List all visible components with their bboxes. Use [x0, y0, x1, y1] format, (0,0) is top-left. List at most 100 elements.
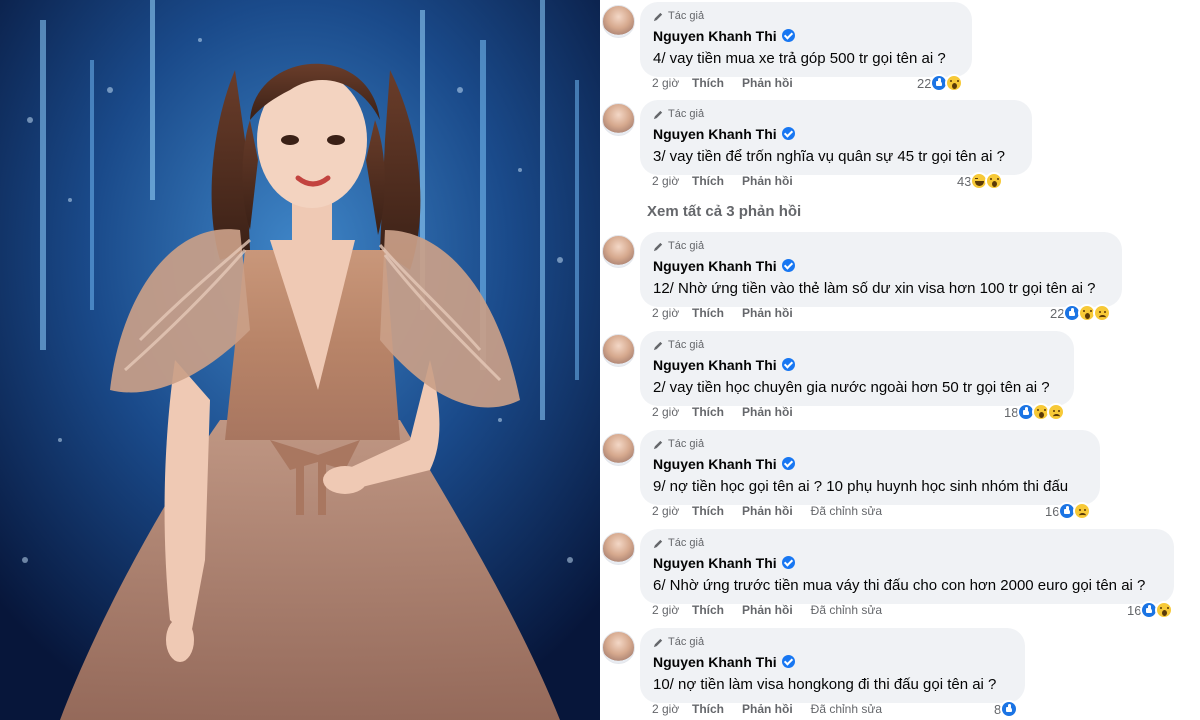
- edited-label[interactable]: Đã chỉnh sửa: [811, 702, 882, 716]
- sad-reaction-icon: [1047, 403, 1066, 421]
- like-button[interactable]: Thích: [692, 405, 724, 419]
- author-badge-label: Tác giả: [668, 339, 705, 351]
- author-badge-label: Tác giả: [668, 108, 705, 120]
- like-button[interactable]: Thích: [692, 603, 724, 617]
- commenter-name[interactable]: Nguyen Khanh Thi: [653, 555, 777, 571]
- comment-actions: 2 giờ Thích Phản hồi Đã chỉnh sửa: [652, 602, 882, 618]
- reply-button[interactable]: Phản hồi: [742, 405, 793, 419]
- reaction-count: 16: [1127, 602, 1142, 618]
- reaction-summary[interactable]: 18: [1004, 402, 1066, 422]
- avatar[interactable]: [602, 631, 635, 664]
- avatar[interactable]: [602, 532, 635, 565]
- comment-bubble: Tác giả Nguyen Khanh Thi 6/ Nhờ ứng trước …: [640, 529, 1174, 604]
- reaction-count: 18: [1004, 404, 1019, 420]
- commenter-name[interactable]: Nguyen Khanh Thi: [653, 357, 777, 373]
- photo-panel: [0, 0, 600, 720]
- verified-badge-icon: [781, 259, 795, 272]
- comment-timestamp[interactable]: 2 giờ: [652, 504, 692, 518]
- comment-bubble: Tác giả Nguyen Khanh Thi 3/ vay tiền để tr…: [640, 100, 1032, 175]
- comment-bubble: Tác giả Nguyen Khanh Thi 12/ Nhờ ứng tiền …: [640, 232, 1122, 307]
- commenter-name[interactable]: Nguyen Khanh Thi: [653, 28, 777, 44]
- commenter-name[interactable]: Nguyen Khanh Thi: [653, 654, 777, 670]
- stage-photo: [0, 0, 600, 720]
- like-button[interactable]: Thích: [692, 76, 724, 90]
- comment-text: 12/ Nhờ ứng tiền vào thẻ làm số dư xin v…: [653, 280, 1096, 297]
- avatar[interactable]: [602, 433, 635, 466]
- comment-timestamp[interactable]: 2 giờ: [652, 702, 692, 716]
- verified-badge-icon: [781, 457, 795, 470]
- like-button[interactable]: Thích: [692, 174, 724, 188]
- author-badge-label: Tác giả: [668, 636, 705, 648]
- like-button[interactable]: Thích: [692, 504, 724, 518]
- comment-timestamp[interactable]: 2 giờ: [652, 174, 692, 188]
- author-badge: Tác giả: [653, 338, 1062, 352]
- like-button[interactable]: Thích: [692, 306, 724, 320]
- like-button[interactable]: Thích: [692, 702, 724, 716]
- reply-button[interactable]: Phản hồi: [742, 306, 793, 320]
- avatar[interactable]: [602, 334, 635, 367]
- comment-actions: 2 giờ Thích Phản hồi: [652, 75, 811, 91]
- avatar[interactable]: [602, 103, 635, 136]
- comment-timestamp[interactable]: 2 giờ: [652, 603, 692, 617]
- avatar[interactable]: [602, 235, 635, 268]
- comment-actions: 2 giờ Thích Phản hồi: [652, 173, 811, 189]
- wow-reaction-icon: [985, 172, 1004, 190]
- comment-text: 3/ vay tiền để trốn nghĩa vụ quân sự 45 …: [653, 148, 1005, 165]
- author-badge-label: Tác giả: [668, 438, 705, 450]
- author-badge-label: Tác giả: [668, 10, 705, 22]
- like-reaction-icon: [1000, 700, 1019, 718]
- reaction-count: 16: [1045, 503, 1060, 519]
- reply-button[interactable]: Phản hồi: [742, 504, 793, 518]
- view-all-replies-link[interactable]: Xem tất cả 3 phản hồi: [647, 203, 801, 220]
- reaction-summary[interactable]: 16: [1127, 600, 1174, 620]
- reaction-count: 22: [917, 75, 932, 91]
- comment-timestamp[interactable]: 2 giờ: [652, 405, 692, 419]
- edited-label[interactable]: Đã chỉnh sửa: [811, 504, 882, 518]
- reaction-summary[interactable]: 22: [917, 73, 964, 93]
- pencil-icon: [653, 110, 663, 119]
- author-badge-label: Tác giả: [668, 240, 705, 252]
- comment-bubble: Tác giả Nguyen Khanh Thi 10/ nợ tiền làm v…: [640, 628, 1025, 703]
- commenter-name[interactable]: Nguyen Khanh Thi: [653, 258, 777, 274]
- pencil-icon: [653, 539, 663, 548]
- reply-button[interactable]: Phản hồi: [742, 76, 793, 90]
- sad-reaction-icon: [1093, 304, 1112, 322]
- comment-item: Tác giả Nguyen Khanh Thi 12/ Nhờ ứng tiền …: [600, 232, 1200, 324]
- author-badge: Tác giả: [653, 536, 1162, 550]
- comment-text: 2/ vay tiền học chuyên gia nước ngoài hơ…: [653, 379, 1050, 396]
- author-badge: Tác giả: [653, 635, 1013, 649]
- reaction-summary[interactable]: 43: [957, 171, 1004, 191]
- comment-item: Tác giả Nguyen Khanh Thi 10/ nợ tiền làm v…: [600, 628, 1200, 720]
- reaction-summary[interactable]: 16: [1045, 501, 1092, 521]
- author-badge: Tác giả: [653, 239, 1110, 253]
- author-badge: Tác giả: [653, 107, 1020, 121]
- comment-item: Tác giả Nguyen Khanh Thi 2/ vay tiền học c…: [600, 331, 1200, 423]
- edited-label[interactable]: Đã chỉnh sửa: [811, 603, 882, 617]
- avatar[interactable]: [602, 5, 635, 38]
- comment-item: Tác giả Nguyen Khanh Thi 3/ vay tiền để tr…: [600, 100, 1200, 192]
- comment-timestamp[interactable]: 2 giờ: [652, 306, 692, 320]
- author-badge: Tác giả: [653, 9, 960, 23]
- reaction-count: 43: [957, 173, 972, 189]
- pencil-icon: [653, 341, 663, 350]
- reply-button[interactable]: Phản hồi: [742, 603, 793, 617]
- verified-badge-icon: [781, 358, 795, 371]
- pencil-icon: [653, 242, 663, 251]
- comment-item: Tác giả Nguyen Khanh Thi 6/ Nhờ ứng trước …: [600, 529, 1200, 621]
- commenter-name[interactable]: Nguyen Khanh Thi: [653, 126, 777, 142]
- comment-text: 9/ nợ tiền học gọi tên ai ? 10 phụ huynh…: [653, 478, 1069, 495]
- reaction-summary[interactable]: 8: [994, 699, 1019, 719]
- commenter-name[interactable]: Nguyen Khanh Thi: [653, 456, 777, 472]
- comment-bubble: Tác giả Nguyen Khanh Thi 4/ vay tiền mua x…: [640, 2, 972, 77]
- comment-timestamp[interactable]: 2 giờ: [652, 76, 692, 90]
- reaction-summary[interactable]: 22: [1050, 303, 1112, 323]
- wow-reaction-icon: [1155, 601, 1174, 619]
- comment-item: Tác giả Nguyen Khanh Thi 4/ vay tiền mua x…: [600, 2, 1200, 94]
- comment-actions: 2 giờ Thích Phản hồi Đã chỉnh sửa: [652, 503, 882, 519]
- verified-badge-icon: [781, 127, 795, 140]
- comment-bubble: Tác giả Nguyen Khanh Thi 2/ vay tiền học c…: [640, 331, 1074, 406]
- comment-text: 4/ vay tiền mua xe trả góp 500 tr gọi tê…: [653, 50, 946, 67]
- reply-button[interactable]: Phản hồi: [742, 702, 793, 716]
- reply-button[interactable]: Phản hồi: [742, 174, 793, 188]
- verified-badge-icon: [781, 556, 795, 569]
